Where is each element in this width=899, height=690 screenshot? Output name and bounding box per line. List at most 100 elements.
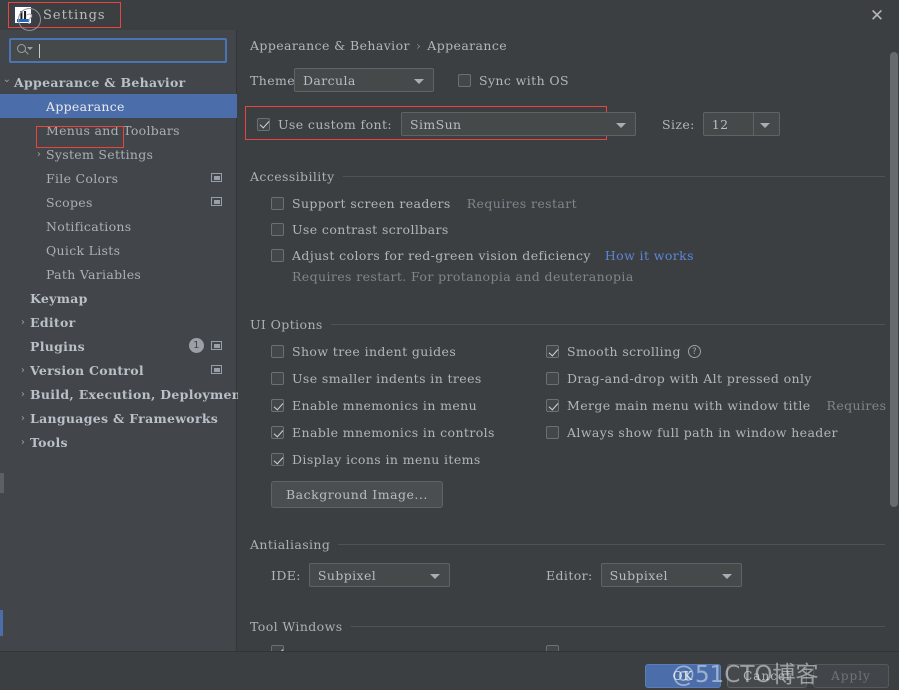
sidebar-item-quick-lists[interactable]: Quick Lists: [0, 238, 237, 262]
ui-option-checkbox[interactable]: [546, 399, 559, 412]
ui-option-checkbox[interactable]: [271, 453, 284, 466]
settings-content-panel: Appearance & Behavior › Appearance Theme: …: [238, 30, 899, 651]
font-size-label: Size:: [662, 116, 695, 132]
antialiasing-ide-row: IDE: Subpixel: [271, 563, 450, 587]
chevron-right-icon[interactable]: ›: [32, 149, 46, 160]
accessibility-option-note: Requires restart: [466, 195, 578, 211]
ui-option-checkbox[interactable]: [271, 372, 284, 385]
sidebar-item-label: Tools: [30, 434, 68, 450]
tool-windows-section-header: Tool Windows: [250, 619, 885, 634]
sync-with-os-checkbox[interactable]: [458, 73, 471, 87]
search-input[interactable]: [9, 38, 227, 63]
sidebar-item-label: Menus and Toolbars: [46, 122, 180, 138]
ui-option-row: Display icons in menu items: [271, 446, 495, 473]
panel-icon: [211, 365, 222, 374]
ui-option-row: Show tree indent guides: [271, 338, 495, 365]
sidebar-item-label: Editor: [30, 314, 76, 330]
antialiasing-ide-select[interactable]: Subpixel: [308, 563, 450, 587]
ui-option-label: Use smaller indents in trees: [292, 371, 482, 386]
custom-font-select-value: SimSun: [410, 116, 462, 132]
ui-option-label: Merge main menu with window title: [567, 398, 811, 413]
font-size-spinner[interactable]: 12: [702, 112, 780, 136]
ui-option-label: Always show full path in window header: [567, 425, 838, 440]
chevron-down-icon[interactable]: ⌄: [0, 74, 14, 85]
sidebar-item-scopes[interactable]: Scopes: [0, 190, 237, 214]
sidebar-item-editor[interactable]: › Editor: [0, 310, 237, 334]
sidebar-item-languages-frameworks[interactable]: › Languages & Frameworks: [0, 406, 237, 430]
chevron-right-icon[interactable]: ›: [16, 317, 30, 328]
sidebar-item-notifications[interactable]: Notifications: [0, 214, 237, 238]
sidebar-item-build-execution-deployment[interactable]: › Build, Execution, Deployment: [0, 382, 247, 406]
chevron-right-icon[interactable]: ›: [16, 413, 30, 424]
ui-option-checkbox[interactable]: [546, 426, 559, 439]
ui-options-right-column: Smooth scrolling? Drag-and-drop with Alt …: [546, 338, 899, 446]
help-icon[interactable]: ?: [687, 345, 701, 358]
apply-button[interactable]: Apply: [813, 664, 889, 688]
content-vertical-scrollbar[interactable]: [888, 30, 899, 651]
accessibility-option-label: Support screen readers: [292, 195, 451, 211]
antialiasing-editor-select[interactable]: Subpixel: [600, 563, 742, 587]
ui-option-checkbox[interactable]: [546, 372, 559, 385]
sidebar-item-version-control[interactable]: › Version Control: [0, 358, 237, 382]
antialiasing-editor-row: Editor: Subpixel: [546, 563, 742, 587]
help-button[interactable]: ?: [18, 8, 41, 31]
sync-with-os-label: Sync with OS: [479, 72, 570, 88]
ui-option-checkbox[interactable]: [271, 399, 284, 412]
ui-option-row: Enable mnemonics in controls: [271, 419, 495, 446]
accessibility-checkbox[interactable]: [271, 196, 284, 210]
antialiasing-section-header: Antialiasing: [250, 537, 885, 552]
how-it-works-link[interactable]: How it works: [605, 248, 694, 263]
sidebar-item-plugins[interactable]: Plugins 1: [0, 334, 237, 358]
accessibility-option-label: Adjust colors for red-green vision defic…: [292, 247, 591, 263]
chevron-right-icon[interactable]: ›: [16, 437, 30, 448]
scrollbar-thumb[interactable]: [890, 52, 898, 507]
sidebar-item-system-settings[interactable]: › System Settings: [0, 142, 237, 166]
sidebar-item-menus-and-toolbars[interactable]: Menus and Toolbars: [0, 118, 237, 142]
accessibility-section-title: Accessibility: [250, 169, 335, 184]
section-divider: [338, 544, 885, 545]
ui-option-checkbox[interactable]: [546, 345, 559, 358]
sidebar-item-file-colors[interactable]: File Colors: [0, 166, 237, 190]
sidebar-item-appearance[interactable]: Appearance: [0, 94, 237, 118]
ui-options-section-header: UI Options: [250, 317, 885, 332]
search-text-caret: [39, 43, 40, 58]
ui-option-checkbox[interactable]: [271, 345, 284, 358]
accessibility-checkbox[interactable]: [271, 248, 284, 262]
sidebar-item-appearance-behavior[interactable]: ⌄ Appearance & Behavior: [0, 70, 237, 94]
accessibility-checkbox[interactable]: [271, 222, 284, 236]
accessibility-option-row: Use contrast scrollbars: [271, 216, 694, 242]
breadcrumb-root[interactable]: Appearance & Behavior: [250, 38, 410, 53]
custom-font-select[interactable]: SimSun: [401, 112, 636, 136]
ui-option-checkbox[interactable]: [271, 426, 284, 439]
sidebar-item-label: File Colors: [46, 170, 119, 186]
chevron-down-icon: [616, 123, 626, 128]
sidebar-item-label: Path Variables: [46, 266, 142, 282]
section-divider: [350, 626, 885, 627]
panel-icon: [211, 197, 222, 206]
sidebar-item-tools[interactable]: › Tools: [0, 430, 237, 454]
sidebar-item-label: Languages & Frameworks: [30, 410, 219, 426]
use-custom-font-checkbox[interactable]: [257, 117, 270, 131]
chevron-right-icon[interactable]: ›: [16, 389, 30, 400]
font-size-value[interactable]: 12: [704, 113, 754, 135]
ok-button[interactable]: OK: [645, 664, 721, 688]
accessibility-option-row: Support screen readers Requires restart: [271, 190, 694, 216]
settings-sidebar: ⌄ Appearance & Behavior Appearance Menus an…: [0, 30, 247, 651]
panel-icon: [211, 341, 222, 350]
theme-label: Theme:: [250, 72, 300, 88]
sidebar-item-path-variables[interactable]: Path Variables: [0, 262, 237, 286]
breadcrumb-current: Appearance: [427, 38, 508, 53]
close-icon[interactable]: ✕: [867, 6, 887, 26]
theme-select[interactable]: Darcula: [294, 68, 434, 92]
ui-option-label: Smooth scrolling: [567, 344, 681, 359]
sidebar-item-label: Plugins: [30, 338, 85, 354]
theme-select-value: Darcula: [303, 72, 356, 88]
window-title-bar: IJ Settings ✕: [0, 0, 899, 30]
ui-option-row: Drag-and-drop with Alt pressed only: [546, 365, 899, 392]
sidebar-item-keymap[interactable]: Keymap: [0, 286, 237, 310]
background-image-button[interactable]: Background Image...: [271, 481, 443, 508]
cancel-button[interactable]: Cancel: [727, 664, 807, 688]
breadcrumb: Appearance & Behavior › Appearance: [250, 38, 507, 53]
chevron-right-icon[interactable]: ›: [16, 365, 30, 376]
search-icon: [17, 43, 33, 58]
